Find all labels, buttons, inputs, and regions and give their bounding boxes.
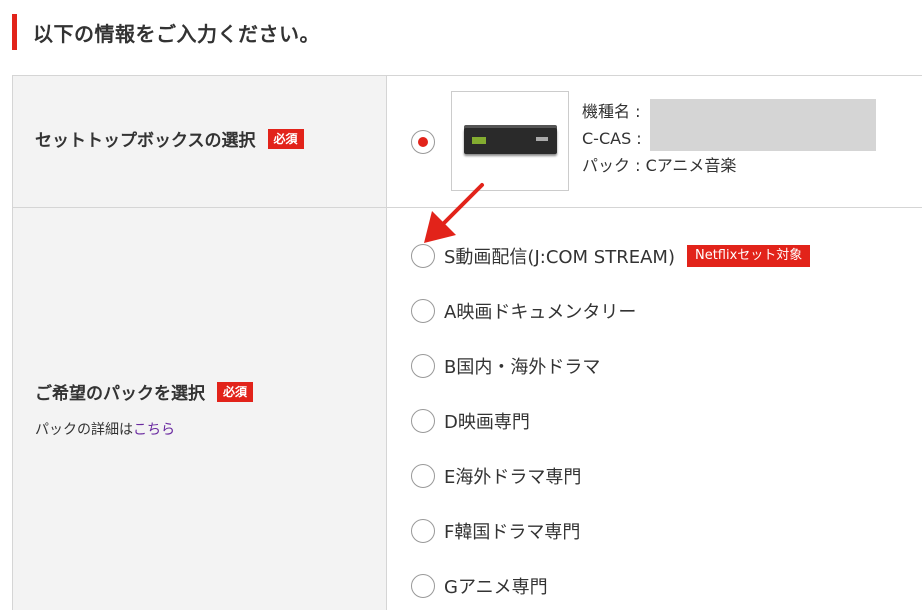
option-label: B国内・海外ドラマ (444, 357, 601, 378)
pack-line: パック : Cアニメ音楽 (582, 156, 737, 175)
heading-accent-bar (12, 14, 17, 50)
stb-device-image (451, 91, 569, 191)
option-label: E海外ドラマ専門 (444, 467, 582, 488)
required-badge: 必須 (217, 381, 254, 402)
pack-option-f[interactable]: F韓国ドラマ専門 (411, 517, 580, 545)
pack-option-b[interactable]: B国内・海外ドラマ (411, 352, 600, 380)
pack-detail-note: パックの詳細はこちら (35, 419, 175, 439)
option-label: F韓国ドラマ専門 (444, 522, 581, 543)
pack-radio-b[interactable] (411, 354, 435, 378)
option-label: D映画専門 (444, 412, 530, 433)
pack-label-line: ご希望のパックを選択 必須 (35, 379, 254, 404)
pack-detail-link[interactable]: こちら (133, 422, 175, 438)
stb-label: セットトップボックスの選択 (35, 131, 256, 151)
pack-label: ご希望のパックを選択 (35, 384, 205, 404)
pack-radio-e[interactable] (411, 464, 435, 488)
pack-radio-f[interactable] (411, 519, 435, 543)
stb-label-cell: セットトップボックスの選択 必須 (13, 76, 387, 207)
stb-device-logo (536, 137, 548, 141)
pack-options-cell: S動画配信(J:COM STREAM) Netflixセット対象 A映画ドキュメ… (388, 208, 922, 610)
required-badge: 必須 (267, 128, 304, 149)
option-label: Gアニメ専門 (444, 577, 548, 598)
stb-radio[interactable] (411, 130, 435, 154)
form-table: セットトップボックスの選択 必須 機種名 : C-CAS : パック : Cアニ… (12, 75, 922, 610)
pack-radio-a[interactable] (411, 299, 435, 323)
pack-option-d[interactable]: D映画専門 (411, 407, 530, 435)
section-heading: 以下の情報をご入力ください。 (12, 14, 320, 50)
pack-radio-g[interactable] (411, 574, 435, 598)
pack-row: ご希望のパックを選択 必須 パックの詳細はこちら S動画配信(J:COM STR… (13, 208, 922, 610)
note-prefix: パックの詳細は (35, 422, 133, 438)
option-label: A映画ドキュメンタリー (444, 302, 637, 323)
pack-radio-d[interactable] (411, 409, 435, 433)
pack-label-cell: ご希望のパックを選択 必須 パックの詳細はこちら (13, 208, 387, 610)
pack-option-a[interactable]: A映画ドキュメンタリー (411, 297, 636, 325)
netflix-badge: Netflixセット対象 (686, 245, 811, 267)
page-title: 以下の情報をご入力ください。 (33, 21, 320, 46)
stb-device-display (472, 137, 486, 144)
masked-info (650, 99, 876, 151)
pack-option-e[interactable]: E海外ドラマ専門 (411, 462, 581, 490)
stb-label-line: セットトップボックスの選択 必須 (35, 126, 304, 151)
pack-option-g[interactable]: Gアニメ専門 (411, 572, 548, 600)
arrow-annotation-icon (424, 183, 484, 243)
